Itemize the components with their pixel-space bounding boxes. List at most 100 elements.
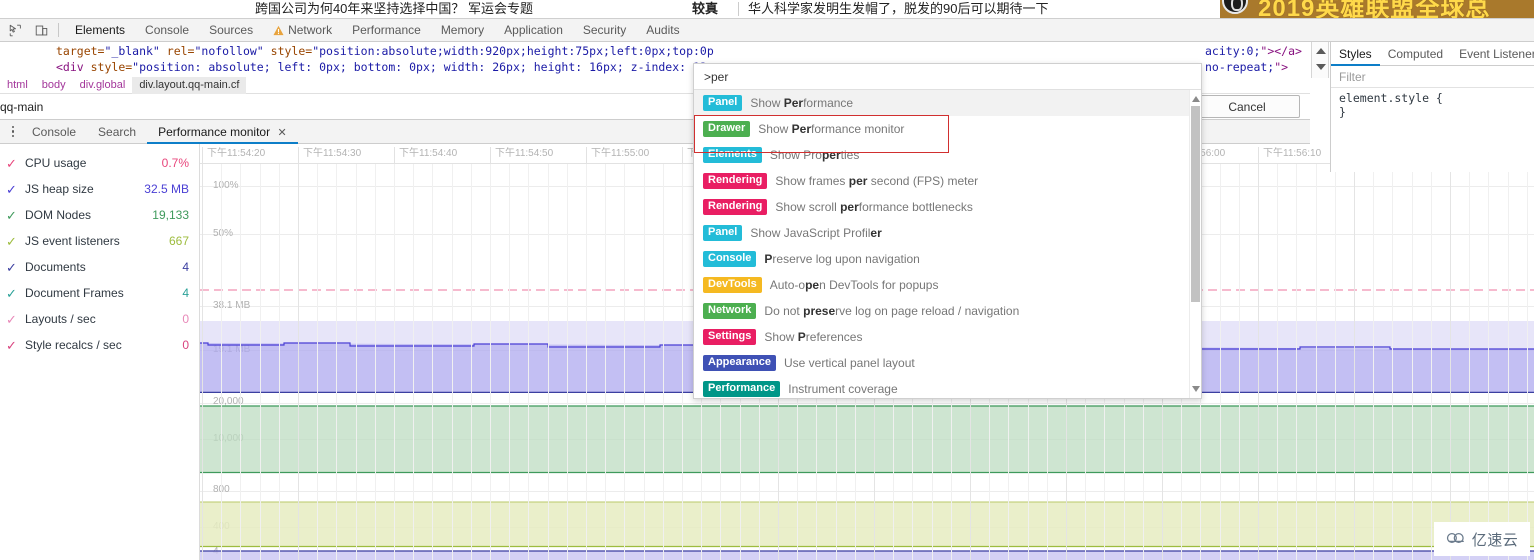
banner-title: 2019英雄联盟全球总 (1258, 0, 1491, 18)
command-palette-item[interactable]: Settings Show Preferences (694, 324, 1189, 350)
checkmark-icon: ✓ (6, 285, 17, 301)
styles-rule-open: element.style { (1339, 91, 1443, 105)
command-palette[interactable]: >per Panel Show Performance Drawer Show Per… (693, 63, 1202, 399)
drawer-tab-performance-monitor-label: Performance monitor (158, 124, 271, 139)
command-palette-item-tag: DevTools (703, 277, 762, 293)
chart-gridline-vertical-minor (644, 164, 645, 560)
command-palette-item-tag: Rendering (703, 199, 768, 215)
metric-row-style-recalcs-per-sec[interactable]: ✓ Style recalcs / sec 0 (0, 332, 199, 358)
scroll-up-icon[interactable] (1192, 96, 1200, 102)
styles-pane-tabs: Styles Computed Event Listeners (1331, 42, 1534, 66)
time-axis-tick-label: 下午11:54:40 (394, 147, 457, 163)
checkmark-icon: ✓ (6, 155, 17, 171)
tab-security[interactable]: Security (573, 19, 636, 42)
metric-row-layouts-per-sec[interactable]: ✓ Layouts / sec 0 (0, 306, 199, 332)
chart-gridline-vertical-minor (1412, 164, 1413, 560)
devtools-window: Elements Console Sources Network Perform… (0, 18, 1534, 560)
command-palette-item-label: Show scroll performance bottlenecks (775, 200, 973, 214)
command-palette-item[interactable]: Rendering Show scroll performance bottlen… (694, 194, 1189, 220)
breadcrumb-item-html[interactable]: html (0, 77, 35, 94)
headline-divider (738, 2, 739, 16)
tab-network[interactable]: Network (263, 19, 342, 42)
time-axis-tick-label: 下午11:54:30 (298, 147, 361, 163)
chart-gridline-vertical-minor (413, 164, 414, 560)
chart-gridline-vertical-minor (240, 164, 241, 560)
cancel-button[interactable]: Cancel (1194, 95, 1300, 118)
drawer-tab-performance-monitor[interactable]: Performance monitor ✕ (147, 120, 298, 144)
page-headline-tag[interactable]: 较真 (692, 0, 718, 18)
checkmark-icon: ✓ (6, 259, 17, 275)
command-palette-item[interactable]: Elements Show Properties (694, 142, 1189, 168)
metric-label: Document Frames (25, 286, 124, 300)
command-palette-item[interactable]: Panel Show Performance (694, 90, 1189, 116)
breadcrumb-item-div-global[interactable]: div.global (73, 77, 133, 94)
device-toolbar-icon[interactable] (30, 20, 52, 40)
metric-row-js-heap-size[interactable]: ✓ JS heap size 32.5 MB (0, 176, 199, 202)
metric-row-document-frames[interactable]: ✓ Document Frames 4 (0, 280, 199, 306)
toolbar-divider (58, 23, 59, 37)
metric-row-cpu-usage[interactable]: ✓ CPU usage 0.7% (0, 150, 199, 176)
styles-rule-element-style[interactable]: element.style { } (1331, 88, 1534, 119)
tab-application[interactable]: Application (494, 19, 573, 42)
tab-audits[interactable]: Audits (636, 19, 689, 42)
command-palette-item-label: Use vertical panel layout (783, 356, 915, 370)
command-palette-item[interactable]: Performance Instrument coverage (694, 376, 1189, 398)
command-palette-input-row[interactable]: >per (694, 64, 1201, 90)
chart-gridline-vertical-minor (663, 164, 664, 560)
command-palette-item[interactable]: Rendering Show frames per second (FPS) me… (694, 168, 1189, 194)
scroll-up-icon[interactable] (1316, 48, 1326, 54)
styles-filter-input[interactable]: Filter (1331, 66, 1534, 88)
command-palette-item[interactable]: Console Preserve log upon navigation (694, 246, 1189, 272)
tab-elements[interactable]: Elements (65, 19, 135, 42)
chart-gridline-vertical-minor (1316, 164, 1317, 560)
checkmark-icon: ✓ (6, 233, 17, 249)
metric-row-js-event-listeners[interactable]: ✓ JS event listeners 667 (0, 228, 199, 254)
chart-gridline-vertical-minor (1239, 164, 1240, 560)
command-palette-scrollbar[interactable] (1189, 90, 1200, 398)
command-palette-item[interactable]: Panel Show JavaScript Profiler (694, 220, 1189, 246)
metric-label: Style recalcs / sec (25, 338, 122, 352)
command-palette-item[interactable]: DevTools Auto-open DevTools for popups (694, 272, 1189, 298)
metric-row-documents[interactable]: ✓ Documents 4 (0, 254, 199, 280)
drawer-tab-console[interactable]: Console (21, 120, 87, 144)
page-banner[interactable]: 2019英雄联盟全球总 (1190, 0, 1534, 18)
chart-gridline-vertical-minor (317, 164, 318, 560)
dom-code-line-2[interactable]: <div style="position: absolute; left: 0p… (56, 60, 707, 74)
inspect-cursor-icon[interactable] (4, 20, 26, 40)
scroll-down-icon[interactable] (1316, 64, 1326, 70)
tab-performance[interactable]: Performance (342, 19, 431, 42)
command-palette-item[interactable]: Network Do not preserve log on page reloa… (694, 298, 1189, 324)
command-palette-item-label: Show Properties (769, 148, 860, 162)
command-palette-input[interactable]: >per (704, 70, 728, 84)
dom-tree-scroll-spinner[interactable] (1311, 42, 1329, 78)
more-options-icon[interactable] (5, 125, 21, 138)
tab-console[interactable]: Console (135, 19, 199, 42)
page-headline-center[interactable]: 跨国公司为何40年来坚持选择中国？ 军运会专题 (154, 0, 634, 18)
metric-row-dom-nodes[interactable]: ✓ DOM Nodes 19,133 (0, 202, 199, 228)
chart-gridline-vertical-minor (221, 164, 222, 560)
dom-code-line-1[interactable]: target="_blank" rel="nofollow" style="po… (56, 44, 714, 58)
tab-styles[interactable]: Styles (1331, 42, 1380, 66)
drawer-tab-search[interactable]: Search (87, 120, 147, 144)
chart-gridline-vertical-minor (1335, 164, 1336, 560)
breadcrumb-item-body[interactable]: body (35, 77, 73, 94)
search-input[interactable] (0, 94, 600, 119)
tab-event-listeners[interactable]: Event Listeners (1451, 42, 1534, 66)
page-headline-right[interactable]: 华人科学家发明生发帽了，脱发的90后可以期待一下 (748, 0, 1048, 18)
drawer-tab-console-label: Console (32, 124, 77, 139)
breadcrumb-item-div-layout-qq-main[interactable]: div.layout.qq-main.cf (132, 76, 247, 94)
scroll-down-icon[interactable] (1192, 386, 1200, 392)
chart-gridline-vertical (298, 164, 299, 560)
chart-gridline-vertical-minor (471, 164, 472, 560)
chart-gridline-vertical-minor (605, 164, 606, 560)
command-palette-list[interactable]: Panel Show Performance Drawer Show Performa… (694, 90, 1201, 398)
chart-gridline-vertical-minor (1373, 164, 1374, 560)
tab-sources[interactable]: Sources (199, 19, 263, 42)
close-icon[interactable]: ✕ (277, 127, 286, 139)
scrollbar-thumb[interactable] (1191, 106, 1200, 302)
tab-computed[interactable]: Computed (1380, 42, 1451, 66)
command-palette-item[interactable]: Drawer Show Performance monitor (694, 116, 1189, 142)
chart-gridline-vertical-minor (394, 164, 395, 560)
tab-memory[interactable]: Memory (431, 19, 494, 42)
command-palette-item[interactable]: Appearance Use vertical panel layout (694, 350, 1189, 376)
